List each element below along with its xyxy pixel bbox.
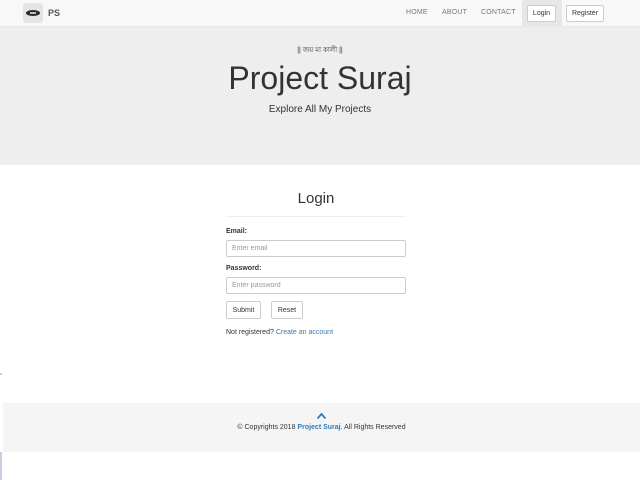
- edge-line: [0, 452, 2, 480]
- footer-copyright: © Copyrights 2018 Project Suraj. All Rig…: [3, 424, 640, 431]
- hero-subtitle: Explore All My Projects: [268, 104, 372, 115]
- login-divider: [226, 216, 406, 217]
- login-form: Login Email: Password: Submit Reset Not …: [226, 190, 406, 336]
- login-title: Login: [297, 190, 335, 207]
- email-field[interactable]: [226, 240, 406, 257]
- chevron-up-icon[interactable]: [3, 411, 640, 421]
- nav-contact-link[interactable]: CONTACT: [481, 9, 516, 16]
- email-label: Email:: [226, 228, 248, 235]
- reset-button[interactable]: Reset: [271, 301, 303, 319]
- chevron-up-icon-svg: [316, 412, 327, 420]
- navbar: PS HOME ABOUT CONTACT Login Register: [0, 0, 640, 27]
- nav-home-link[interactable]: HOME: [406, 9, 428, 16]
- register-prompt-line: Not registered? Create an account: [226, 329, 333, 336]
- nav-register-button[interactable]: Register: [566, 5, 604, 22]
- password-label: Password:: [226, 265, 262, 272]
- submit-button[interactable]: Submit: [226, 301, 261, 319]
- create-account-link[interactable]: Create an account: [276, 329, 333, 336]
- copyright-prefix: © Copyrights 2018: [237, 424, 296, 431]
- hero-motto: || জয় মা কালী ||: [297, 47, 343, 54]
- footer-brand-link[interactable]: Project Suraj: [297, 424, 340, 431]
- copyright-suffix: . All Rights Reserved: [340, 424, 406, 431]
- hero-banner: || জয় মা কালী || Project Suraj Explore …: [0, 27, 640, 165]
- password-field[interactable]: [226, 277, 406, 294]
- hero-title: Project Suraj: [228, 60, 412, 96]
- footer: © Copyrights 2018 Project Suraj. All Rig…: [3, 403, 640, 452]
- brand-name[interactable]: PS: [48, 8, 60, 18]
- edge-line: [0, 373, 2, 375]
- nav-about-link[interactable]: ABOUT: [442, 9, 467, 16]
- register-prompt: Not registered?: [226, 329, 274, 336]
- sun-logo-icon[interactable]: [23, 3, 43, 23]
- nav-login-button[interactable]: Login: [527, 5, 556, 22]
